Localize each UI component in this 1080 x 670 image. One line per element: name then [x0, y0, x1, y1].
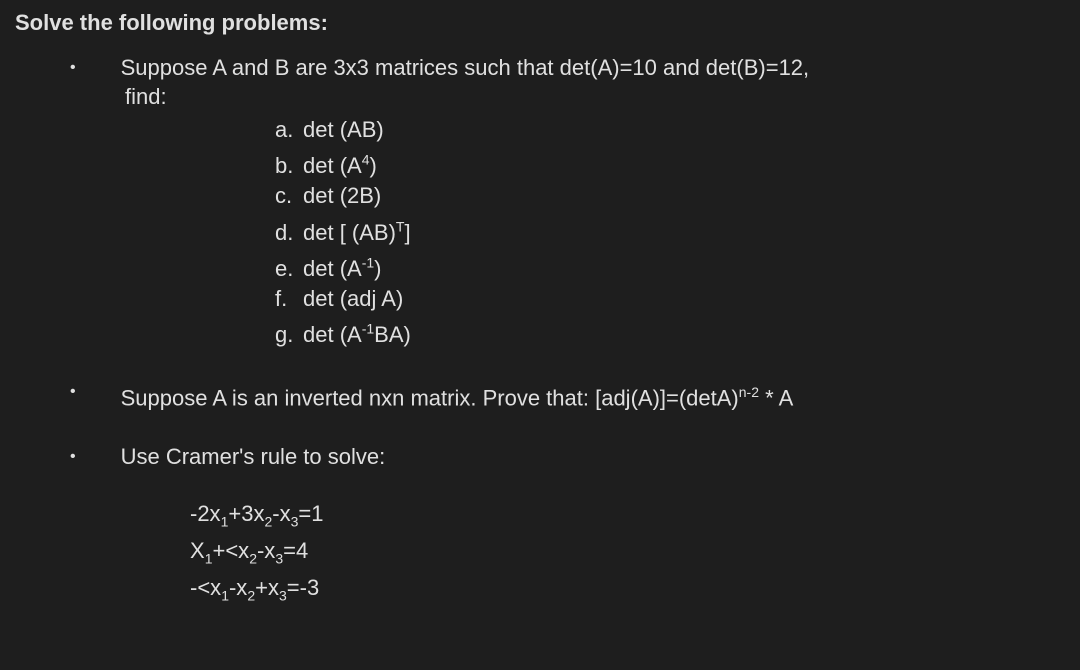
bullet-icon: •	[70, 54, 76, 82]
sub-marker: b.	[275, 151, 303, 181]
problem-2: • Suppose A is an inverted nxn matrix. P…	[70, 378, 1065, 412]
problem-1: • Suppose A and B are 3x3 matrices such …	[70, 54, 1065, 110]
heading: Solve the following problems:	[15, 10, 1065, 36]
problem-1-sublist: a.det (AB) b.det (A4) c.det (2B) d.det […	[275, 115, 1065, 350]
sub-marker: a.	[275, 115, 303, 145]
sub-marker: g.	[275, 320, 303, 350]
list-item: a.det (AB)	[275, 115, 1065, 145]
sub-text: det [ (AB)T]	[303, 220, 411, 245]
problem-1-intro: Suppose A and B are 3x3 matrices such th…	[121, 54, 810, 82]
list-item: d.det [ (AB)T]	[275, 211, 1065, 247]
sub-text: det (2B)	[303, 183, 381, 208]
list-item: c.det (2B)	[275, 181, 1065, 211]
list-item: e.det (A-1)	[275, 248, 1065, 284]
problem-3: • Use Cramer's rule to solve: -2x1+3x2-x…	[70, 443, 1065, 611]
bullet-icon: •	[70, 378, 76, 406]
sub-marker: e.	[275, 254, 303, 284]
sub-text: det (AB)	[303, 117, 384, 142]
sub-text: det (adj A)	[303, 286, 403, 311]
bullet-icon: •	[70, 443, 76, 471]
equation-line: -<x1-x2+x3=-3	[190, 573, 1065, 610]
problem-3-intro: Use Cramer's rule to solve:	[121, 443, 386, 471]
list-item: g.det (A-1BA)	[275, 314, 1065, 350]
sub-marker: f.	[275, 284, 303, 314]
list-item: f.det (adj A)	[275, 284, 1065, 314]
equation-line: -2x1+3x2-x3=1	[190, 499, 1065, 536]
sub-marker: d.	[275, 218, 303, 248]
equation-line: X1+<x2-x3=4	[190, 536, 1065, 573]
list-item: b.det (A4)	[275, 145, 1065, 181]
problem-2-text: Suppose A is an inverted nxn matrix. Pro…	[121, 378, 794, 412]
sub-text: det (A-1)	[303, 256, 381, 281]
sub-text: det (A4)	[303, 153, 377, 178]
sub-marker: c.	[275, 181, 303, 211]
equation-block: -2x1+3x2-x3=1 X1+<x2-x3=4 -<x1-x2+x3=-3	[190, 499, 1065, 611]
sub-text: det (A-1BA)	[303, 322, 411, 347]
find-label: find:	[125, 84, 1065, 110]
